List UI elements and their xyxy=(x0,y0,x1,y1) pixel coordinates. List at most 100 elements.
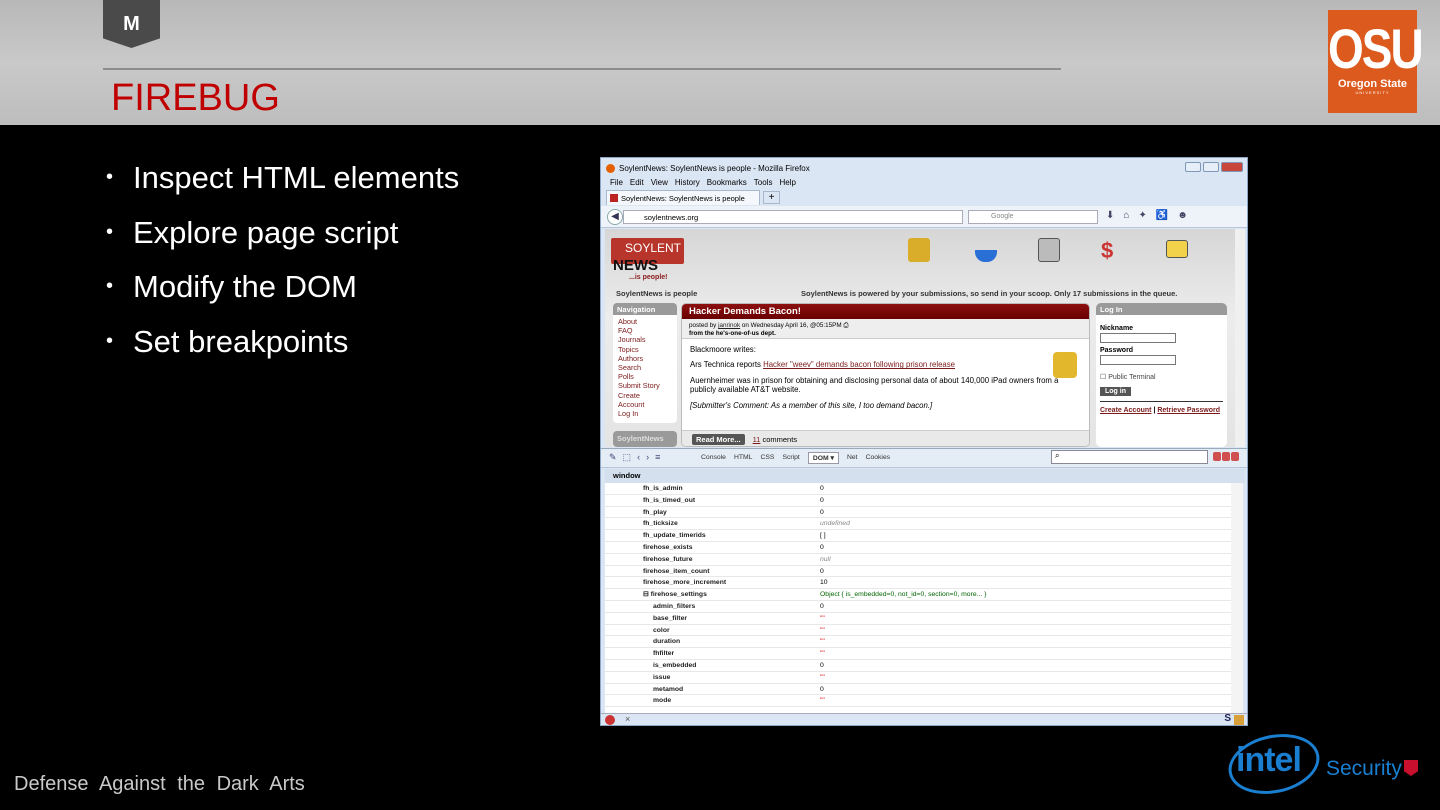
dom-row[interactable]: is_embedded 0 xyxy=(605,660,1231,672)
firebug-tab-html[interactable]: HTML xyxy=(734,454,753,464)
s-addon-icon[interactable]: S xyxy=(1224,713,1231,724)
status-close-button[interactable]: × xyxy=(625,714,630,724)
dom-row[interactable]: fh_is_timed_out 0 xyxy=(605,495,1231,507)
firebug-tab-dom[interactable]: DOM ▾ xyxy=(807,452,839,464)
floppy-icon[interactable] xyxy=(1038,238,1060,262)
url-bar[interactable]: soylentnews.org xyxy=(623,210,963,224)
retrieve-password-link[interactable]: Retrieve Password xyxy=(1157,407,1220,414)
dom-row[interactable]: fh_play 0 xyxy=(605,507,1231,519)
dom-property-value[interactable]: 0 xyxy=(820,507,824,518)
firebug-menu-icon[interactable]: ✎ xyxy=(609,452,617,463)
dom-property-value[interactable]: 0 xyxy=(820,542,824,553)
dom-property-value[interactable]: "" xyxy=(820,672,825,683)
dom-scrollbar[interactable] xyxy=(1231,483,1243,713)
dom-row[interactable]: ⊟ firehose_settings Object { is_embedded=… xyxy=(605,589,1231,601)
menu-bookmarks[interactable]: Bookmarks xyxy=(707,178,747,187)
close-button[interactable] xyxy=(1221,162,1243,172)
flask-icon[interactable] xyxy=(975,238,997,262)
ars-link[interactable]: Hacker "weev" demands bacon following pr… xyxy=(763,360,955,369)
dom-property-value[interactable]: 10 xyxy=(820,577,828,588)
menu-edit[interactable]: Edit xyxy=(630,178,644,187)
menu-help[interactable]: Help xyxy=(779,178,795,187)
dom-property-value[interactable]: 0 xyxy=(820,660,824,671)
story-title[interactable]: Hacker Demands Bacon! xyxy=(682,304,1089,319)
dom-property-value[interactable]: 0 xyxy=(820,495,824,506)
back-arrow-icon[interactable]: ‹ xyxy=(637,452,640,463)
create-account-link[interactable]: Create Account xyxy=(1100,407,1151,414)
firebug-search-input[interactable]: ⌕ xyxy=(1051,450,1208,464)
dom-property-value[interactable]: "" xyxy=(820,648,825,659)
dollar-icon[interactable]: $ xyxy=(1101,238,1117,263)
dom-property-value[interactable]: 0 xyxy=(820,684,824,695)
nav-item-journals[interactable]: Journals xyxy=(618,335,672,344)
dom-property-value[interactable]: "" xyxy=(820,613,825,624)
firebug-minimize-button[interactable] xyxy=(1213,452,1221,461)
dom-property-value[interactable]: "" xyxy=(820,695,825,706)
accessibility-icon[interactable]: ♿ xyxy=(1156,210,1168,221)
firebug-tab-css[interactable]: CSS xyxy=(760,454,774,464)
dom-row[interactable]: color "" xyxy=(605,625,1231,637)
home-icon[interactable]: ⌂ xyxy=(1123,210,1129,221)
dom-row[interactable]: firehose_future null xyxy=(605,554,1231,566)
public-terminal-checkbox[interactable]: ☐ Public Terminal xyxy=(1100,373,1223,381)
html-badge-icon[interactable] xyxy=(1166,240,1188,258)
back-button[interactable]: ◀ xyxy=(607,209,623,225)
dom-row[interactable]: metamod 0 xyxy=(605,684,1231,696)
nav-item-search[interactable]: Search xyxy=(618,363,672,372)
new-tab-button[interactable]: + xyxy=(763,191,780,204)
dom-row[interactable]: admin_filters 0 xyxy=(605,601,1231,613)
inspect-icon[interactable]: ⬚ xyxy=(623,452,632,463)
dom-property-value[interactable]: [ ] xyxy=(820,530,826,541)
nickname-input[interactable] xyxy=(1100,333,1176,343)
dom-property-value[interactable]: Object { is_embedded=0, not_id=0, sectio… xyxy=(820,589,986,600)
dom-property-value[interactable]: undefined xyxy=(820,518,850,529)
menu-history[interactable]: History xyxy=(675,178,700,187)
dom-row[interactable]: fh_is_admin 0 xyxy=(605,483,1231,495)
login-button[interactable]: Log in xyxy=(1100,387,1131,396)
firebug-detach-button[interactable] xyxy=(1222,452,1230,461)
print-icon[interactable]: ⎙ xyxy=(843,322,848,329)
menu-file[interactable]: File xyxy=(610,178,623,187)
menu-view[interactable]: View xyxy=(651,178,668,187)
maximize-button[interactable] xyxy=(1203,162,1219,172)
menu-tools[interactable]: Tools xyxy=(754,178,773,187)
nav-item-log-in[interactable]: Log In xyxy=(618,409,672,418)
firebug-tab-cookies[interactable]: Cookies xyxy=(866,454,891,464)
dom-row[interactable]: duration "" xyxy=(605,636,1231,649)
nav-item-about[interactable]: About xyxy=(618,317,672,326)
browser-tab[interactable]: SoylentNews: SoylentNews is people xyxy=(606,190,760,205)
firebug-close-button[interactable] xyxy=(1231,452,1239,461)
author-link[interactable]: janrinok xyxy=(718,322,740,329)
download-icon[interactable]: ⬇ xyxy=(1106,210,1114,221)
dom-property-value[interactable]: "" xyxy=(820,625,825,636)
nav-item-submit-story[interactable]: Submit Story xyxy=(618,381,672,390)
nav-item-topics[interactable]: Topics xyxy=(618,345,672,354)
dom-breadcrumb[interactable]: window xyxy=(605,469,1245,483)
nav-item-account[interactable]: Account xyxy=(618,400,672,409)
dom-row[interactable]: firehose_item_count 0 xyxy=(605,566,1231,578)
firebug-tab-console[interactable]: Console xyxy=(701,454,726,464)
dom-row[interactable]: fh_update_timerids [ ] xyxy=(605,530,1231,542)
dom-property-value[interactable]: 0 xyxy=(820,601,824,612)
dom-row[interactable]: firehose_more_increment 10 xyxy=(605,577,1231,590)
dom-row[interactable]: issue "" xyxy=(605,672,1231,684)
read-more-button[interactable]: Read More... xyxy=(692,434,745,445)
dom-property-value[interactable]: null xyxy=(820,554,831,565)
password-input[interactable] xyxy=(1100,355,1176,365)
dom-property-value[interactable]: 0 xyxy=(820,483,824,494)
forward-arrow-icon[interactable]: › xyxy=(646,452,649,463)
firebug-status-icon[interactable] xyxy=(605,715,615,725)
list-icon[interactable]: ≡ xyxy=(655,452,660,463)
security-topic-icon[interactable] xyxy=(1053,352,1077,378)
lock-icon[interactable] xyxy=(908,238,930,262)
nav-item-polls[interactable]: Polls xyxy=(618,372,672,381)
minimize-button[interactable] xyxy=(1185,162,1201,172)
dom-property-value[interactable]: "" xyxy=(820,636,825,647)
page-scrollbar[interactable] xyxy=(1235,229,1245,447)
nav-item-faq[interactable]: FAQ xyxy=(618,326,672,335)
nav-item-create[interactable]: Create xyxy=(618,391,672,400)
dom-property-value[interactable]: 0 xyxy=(820,566,824,577)
addon-status-icon[interactable] xyxy=(1234,715,1244,725)
firebug-icon[interactable]: ☻ xyxy=(1177,210,1188,221)
dom-row[interactable]: base_filter "" xyxy=(605,613,1231,625)
